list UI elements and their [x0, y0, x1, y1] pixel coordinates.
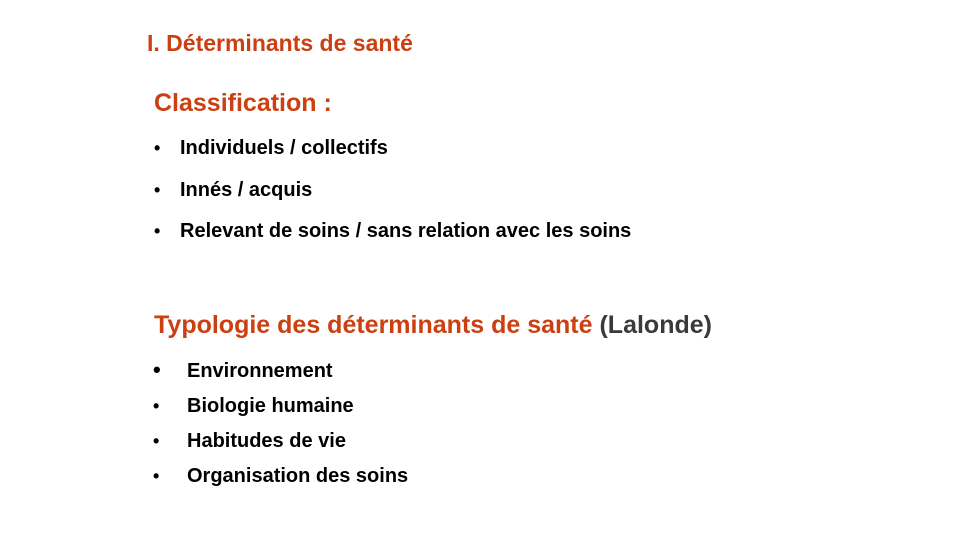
slide-title: I. Déterminants de santé: [147, 30, 413, 56]
typology-heading-text: Typologie des déterminants de santé: [154, 311, 593, 339]
bullet-icon: •: [154, 179, 161, 200]
typology-item-environnement: Environnement: [187, 360, 333, 382]
classification-item-soins: Relevant de soins / sans relation avec l…: [180, 220, 632, 242]
classification-heading: Classification :: [154, 89, 332, 117]
list-item: • Biologie humaine: [153, 393, 408, 428]
bullet-icon: •: [154, 138, 161, 158]
bullet-icon: •: [154, 221, 161, 241]
typology-item-habitudes: Habitudes de vie: [187, 430, 346, 452]
bullet-icon: •: [153, 396, 160, 416]
list-item: • Innés / acquis: [154, 177, 631, 219]
typology-heading: Typologie des déterminants de santé (Lal…: [154, 311, 712, 340]
typology-item-organisation: Organisation des soins: [187, 465, 409, 487]
list-item: • Habitudes de vie: [153, 428, 408, 463]
classification-item-individuels: Individuels / collectifs: [180, 137, 388, 159]
list-item: • Relevant de soins / sans relation avec…: [154, 218, 631, 260]
bullet-icon: •: [153, 357, 161, 382]
typology-item-biologie: Biologie humaine: [187, 395, 354, 417]
classification-list: • Individuels / collectifs • Innés / acq…: [154, 135, 631, 260]
bullet-icon: •: [153, 466, 160, 486]
typology-heading-source: (Lalonde): [599, 311, 712, 339]
bullet-icon: •: [153, 431, 160, 451]
classification-item-innes: Innés / acquis: [180, 178, 313, 201]
list-item: • Individuels / collectifs: [154, 135, 631, 177]
typology-list: • Environnement • Biologie humaine • Hab…: [153, 358, 408, 498]
list-item: • Environnement: [153, 358, 408, 393]
list-item: • Organisation des soins: [153, 463, 408, 498]
